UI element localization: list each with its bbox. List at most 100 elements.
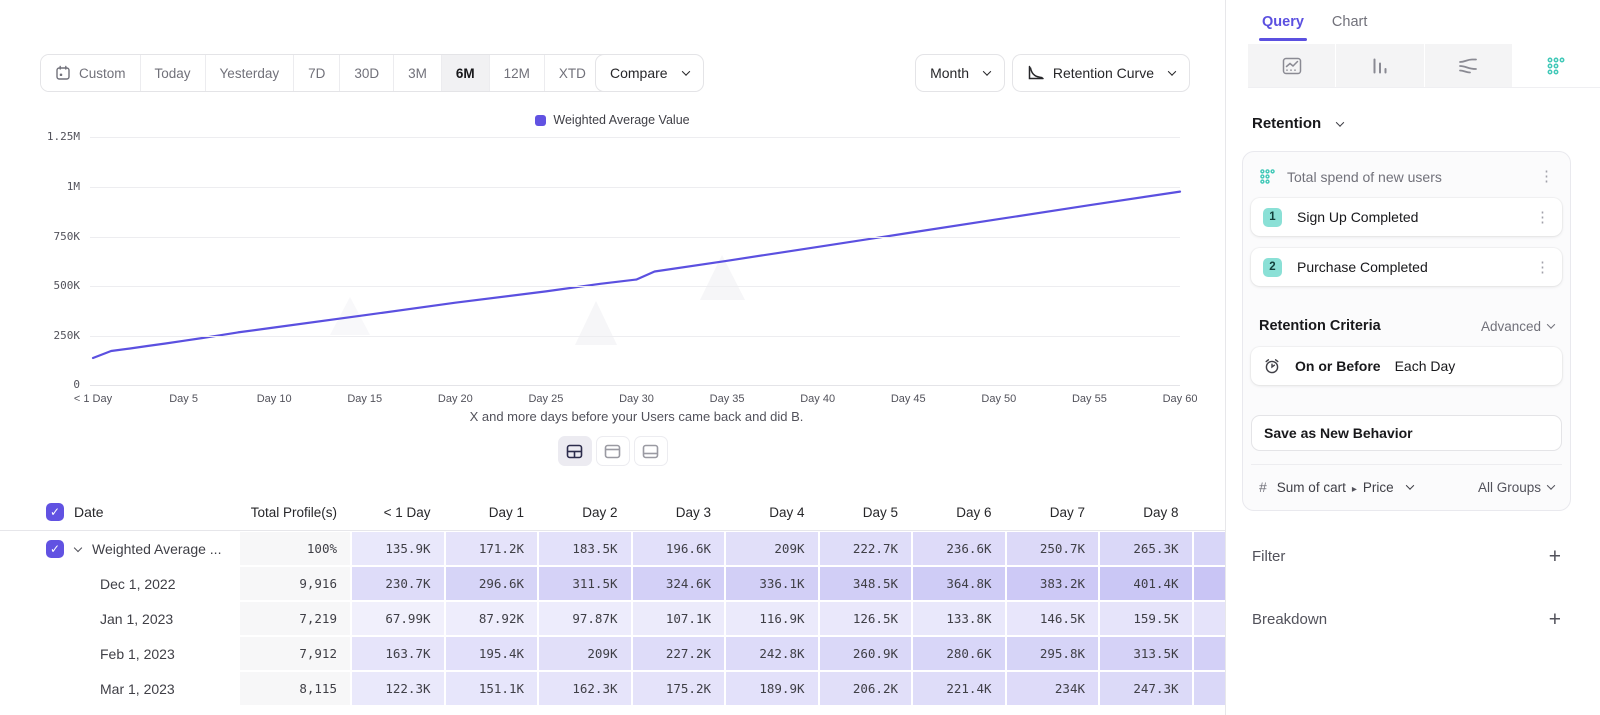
property-arrow-icon (1352, 480, 1357, 495)
retention-value-cell: 87.92K (446, 602, 538, 635)
step-row[interactable]: 2Purchase Completed (1251, 248, 1562, 286)
retention-value-cell: 163.7K (352, 637, 444, 670)
icon-tab-line-chart[interactable] (1248, 44, 1336, 87)
retention-value-cell-clipped (1194, 637, 1226, 670)
panel-tab-chart[interactable]: Chart (1332, 14, 1367, 30)
granularity-label: Month (930, 65, 969, 81)
retention-value-cell: 209K (726, 532, 818, 565)
retention-value-cell: 183.5K (539, 532, 631, 565)
gridline (90, 336, 1180, 337)
column-header-label: Day 8 (1143, 505, 1178, 520)
retention-value-cell: 122.3K (352, 672, 444, 705)
column-header-10: Day 8 (1100, 494, 1192, 530)
column-header-0: Date (0, 494, 238, 530)
add-breakdown-button[interactable] (1549, 609, 1561, 630)
retention-value-cell: 206.2K (820, 672, 912, 705)
filter-section: Filter (1242, 525, 1571, 588)
chart-type-select[interactable]: Retention Curve (1012, 54, 1190, 92)
step-menu-icon[interactable] (1535, 210, 1550, 225)
x-axis-label: Day 35 (682, 393, 772, 405)
column-header-label: Day 4 (769, 505, 804, 520)
retention-type-select[interactable]: Retention (1252, 115, 1600, 132)
row-label: Weighted Average ... (92, 541, 221, 557)
granularity-select[interactable]: Month (915, 54, 1005, 92)
breakdown-label: Breakdown (1252, 611, 1327, 628)
step-label: Sign Up Completed (1297, 209, 1418, 225)
chevron-down-icon[interactable] (74, 543, 82, 551)
column-header-5: Day 3 (633, 494, 725, 530)
column-header-label: Day 2 (582, 505, 617, 520)
range-label: 7D (308, 66, 325, 81)
column-header-8: Day 6 (913, 494, 1005, 530)
weighted-average-line (93, 192, 1180, 358)
date-range-button-12m[interactable]: 12M (490, 55, 545, 91)
y-axis-label: 500K (0, 279, 80, 292)
row-checkbox[interactable] (46, 540, 64, 558)
chevron-down-icon (1168, 67, 1176, 75)
column-header-4: Day 2 (539, 494, 631, 530)
step-menu-icon[interactable] (1535, 260, 1550, 275)
retention-value-cell: 311.5K (539, 567, 631, 600)
retention-value-cell: 295.8K (1007, 637, 1099, 670)
compare-button[interactable]: Compare (595, 54, 704, 92)
retention-table: Date Total Profile(s) < 1 DayDay 1 Day 2 Day… (0, 494, 1225, 707)
retention-value-cell: 247.3K (1100, 672, 1192, 705)
retention-value-cell: 364.8K (913, 567, 1005, 600)
icon-tab-flows[interactable] (1425, 44, 1513, 87)
table-row: Weighted Average ...100%135.9K171.2K183.… (0, 532, 1225, 565)
groups-label: All Groups (1478, 480, 1541, 495)
date-range-button-yesterday[interactable]: Yesterday (206, 55, 295, 91)
value-metric-select[interactable]: Sum of cart Price (1277, 480, 1413, 495)
total-profiles-cell: 100% (240, 532, 350, 565)
table-row: Dec 1, 20229,916230.7K296.6K311.5K324.6K… (0, 567, 1225, 600)
select-all-checkbox[interactable] (46, 503, 64, 521)
range-label: 30D (354, 66, 379, 81)
total-profiles-cell: 7,912 (240, 637, 350, 670)
table-header-row: Date Total Profile(s) < 1 DayDay 1 Day 2 Day… (0, 494, 1225, 531)
save-behavior-button[interactable]: Save as New Behavior (1251, 415, 1562, 451)
icon-tab-retention[interactable] (1513, 44, 1600, 87)
behavior-menu-icon[interactable] (1539, 169, 1554, 184)
retention-value-cell: 171.2K (446, 532, 538, 565)
column-header-label: Day 6 (956, 505, 991, 520)
row-label: Dec 1, 2022 (100, 576, 176, 592)
retention-value-cell: 324.6K (633, 567, 725, 600)
date-range-button-30d[interactable]: 30D (340, 55, 394, 91)
column-header-3: Day 1 (446, 494, 538, 530)
date-range-button-3m[interactable]: 3M (394, 55, 442, 91)
step-row[interactable]: 1Sign Up Completed (1251, 198, 1562, 236)
retention-value-cell: 236.6K (913, 532, 1005, 565)
retention-window-card[interactable]: On or Before Each Day (1251, 347, 1562, 385)
retention-value-cell: 126.5K (820, 602, 912, 635)
behavior-name[interactable]: Total spend of new users (1287, 169, 1442, 185)
panel-tab-query[interactable]: Query (1262, 14, 1304, 30)
date-range-button-custom[interactable]: Custom (41, 55, 141, 91)
column-header-label: Total Profile(s) (251, 505, 337, 520)
total-profiles-cell: 9,916 (240, 567, 350, 600)
gridline (90, 237, 1180, 238)
groups-select[interactable]: All Groups (1478, 480, 1554, 495)
value-row: # Sum of cart Price All Groups (1251, 464, 1562, 502)
view-toggle-split[interactable] (558, 436, 592, 466)
view-toggle-group (0, 436, 1225, 466)
retention-value-cell: 67.99K (352, 602, 444, 635)
retention-value-cell: 250.7K (1007, 532, 1099, 565)
gridline (90, 187, 1180, 188)
icon-tab-bar-chart[interactable] (1336, 44, 1424, 87)
view-toggle-table-only[interactable] (634, 436, 668, 466)
advanced-select[interactable]: Advanced (1481, 319, 1554, 334)
column-header-2: < 1 Day (352, 494, 444, 530)
date-range-button-6m[interactable]: 6M (442, 55, 490, 91)
x-axis-label: Day 45 (863, 393, 953, 405)
x-axis-label: Day 50 (954, 393, 1044, 405)
date-range-button-today[interactable]: Today (141, 55, 206, 91)
main-content: CustomTodayYesterday7D30D3M6M12MXTD Comp… (0, 0, 1225, 715)
view-toggle-chart-only[interactable] (596, 436, 630, 466)
retention-value-cell: 383.2K (1007, 567, 1099, 600)
range-label: Today (155, 66, 191, 81)
date-range-button-7d[interactable]: 7D (294, 55, 340, 91)
row-label-cell: Mar 1, 2023 (0, 672, 238, 705)
retention-value-cell: 209K (539, 637, 631, 670)
metric-type-label: Retention (1252, 115, 1321, 132)
add-filter-button[interactable] (1549, 546, 1561, 567)
